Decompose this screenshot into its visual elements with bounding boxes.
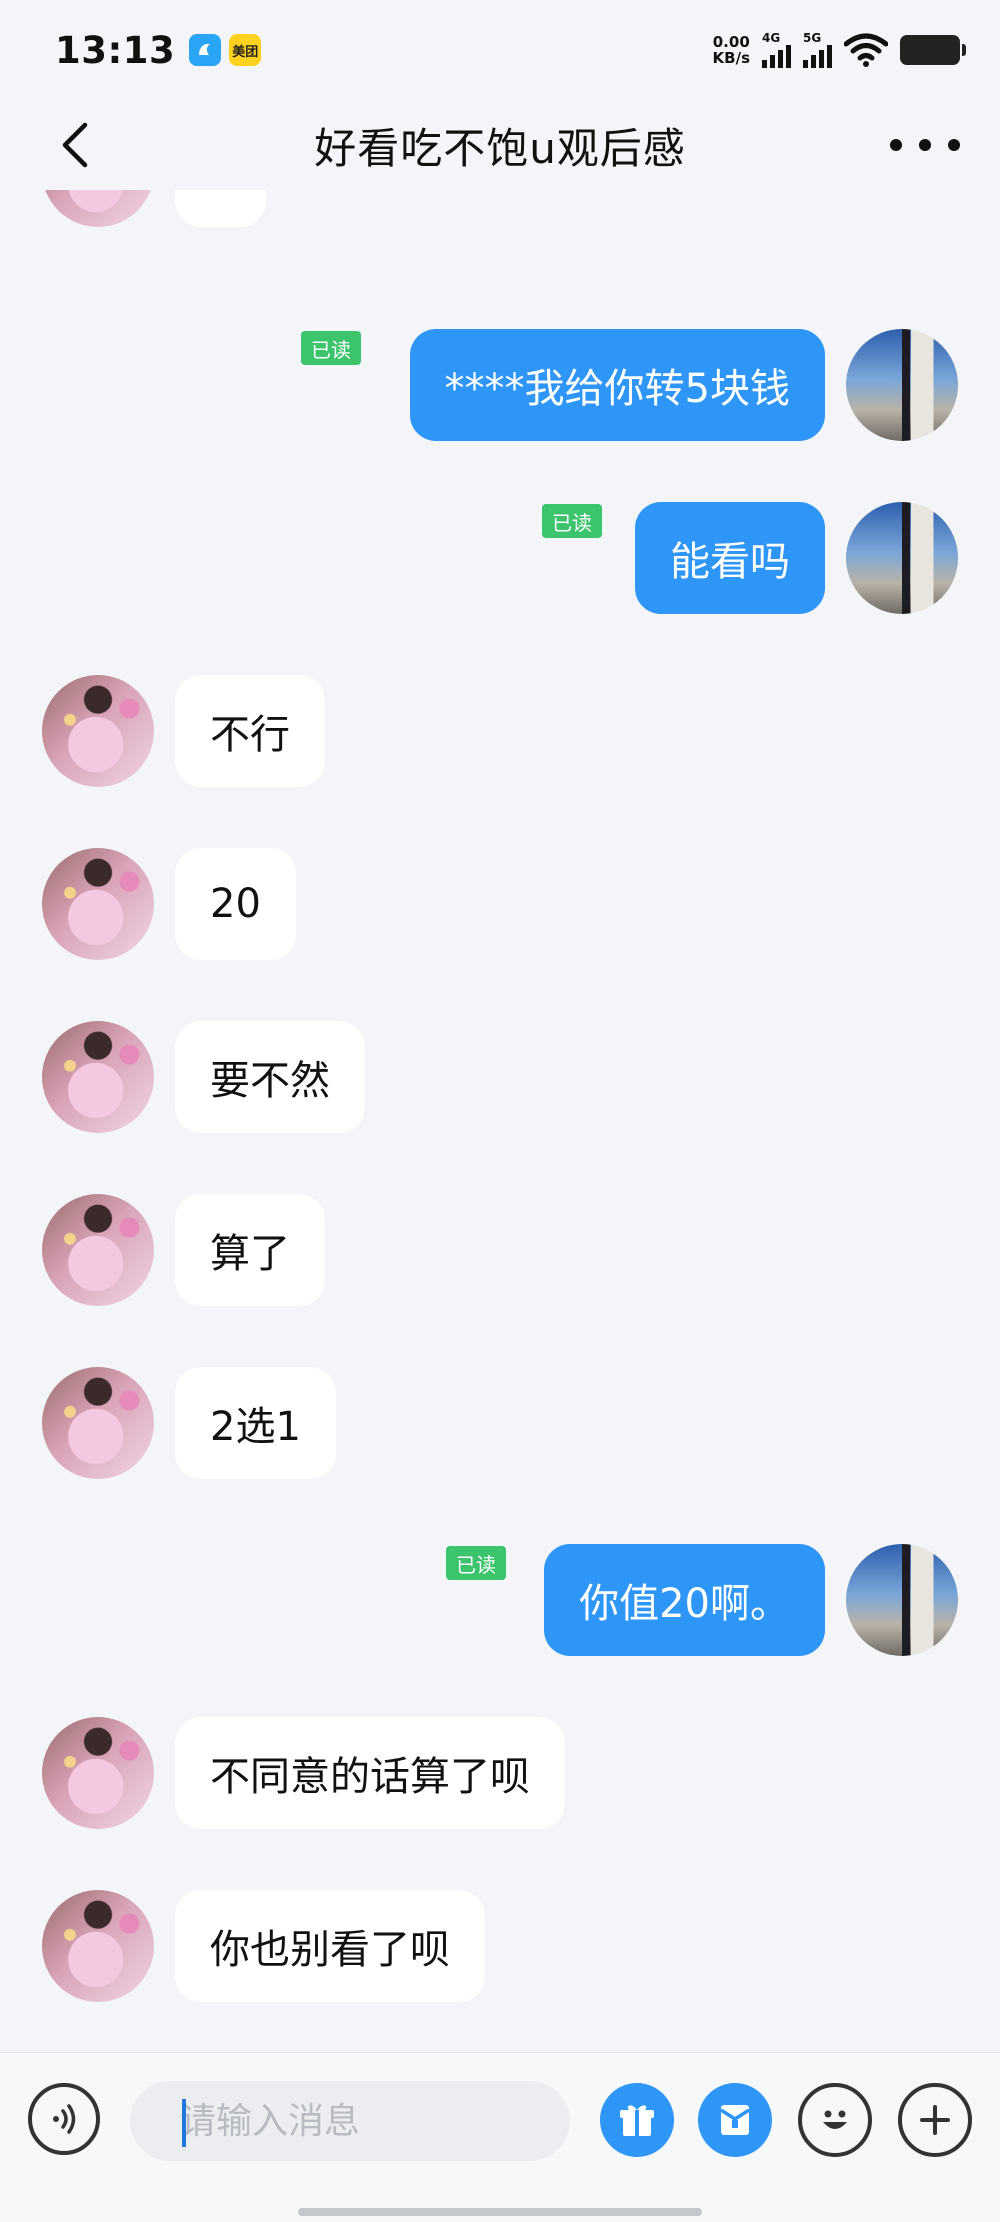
- signal-5g-label: 5G: [803, 31, 822, 45]
- read-badge: 已读: [301, 331, 361, 365]
- signal-4g-label: 4G: [762, 31, 781, 45]
- more-options-button[interactable]: [890, 122, 960, 168]
- meituan-badge-icon: 美团: [229, 34, 262, 66]
- message-row: 不同意的话算了呗: [0, 1717, 1000, 1829]
- red-packet-icon: [720, 2105, 750, 2135]
- message-bubble[interactable]: 能看吗: [635, 502, 825, 614]
- peer-avatar[interactable]: [42, 1021, 154, 1133]
- back-button[interactable]: [52, 122, 98, 168]
- self-avatar[interactable]: [846, 1544, 958, 1656]
- net-speed-value: 0.00: [712, 33, 750, 51]
- message-row: 已读 能看吗: [0, 502, 1000, 614]
- chat-header: 好看吃不饱u观后感: [0, 100, 1000, 190]
- peer-avatar[interactable]: [42, 1890, 154, 2002]
- message-row: 已读 ****我给你转5块钱: [0, 329, 1000, 441]
- peer-avatar[interactable]: [42, 1717, 154, 1829]
- app-notification-icon: [189, 34, 222, 66]
- voice-icon: [53, 2104, 76, 2134]
- gift-icon: [620, 2105, 654, 2136]
- message-bubble[interactable]: 算了: [175, 1194, 325, 1306]
- emoji-button[interactable]: [798, 2083, 872, 2157]
- message-row: 你也别看了呗: [0, 1890, 1000, 2002]
- message-bubble[interactable]: 你也别看了呗: [175, 1890, 485, 2002]
- peer-avatar[interactable]: [42, 848, 154, 960]
- status-time: 13:13: [55, 28, 176, 72]
- more-plus-button[interactable]: [898, 2083, 972, 2157]
- peer-avatar[interactable]: [42, 1367, 154, 1479]
- message-list[interactable]: ? 已读 ****我给你转5块钱 已读 能看吗 不行 20 要不然 算了 2选1…: [0, 190, 1000, 2052]
- home-indicator[interactable]: [298, 2208, 702, 2216]
- message-bubble[interactable]: ?: [175, 190, 267, 227]
- input-bar: [0, 2052, 1000, 2222]
- read-badge: 已读: [542, 504, 602, 538]
- emoji-icon: [823, 2110, 847, 2129]
- self-avatar[interactable]: [846, 502, 958, 614]
- more-dots-icon: [890, 139, 902, 151]
- message-bubble[interactable]: 不行: [175, 675, 325, 787]
- message-bubble[interactable]: 20: [175, 848, 296, 960]
- signal-4g-icon: 4G: [762, 32, 791, 68]
- voice-button[interactable]: [28, 2083, 100, 2155]
- message-input[interactable]: [130, 2081, 570, 2161]
- message-row: 已读 你值20啊。: [0, 1544, 1000, 1656]
- message-bubble[interactable]: 要不然: [175, 1021, 365, 1133]
- red-packet-button[interactable]: [698, 2083, 772, 2157]
- back-arrow-icon: [62, 122, 88, 168]
- wifi-icon: [844, 33, 888, 67]
- message-row: 20: [0, 848, 1000, 960]
- message-bubble[interactable]: 2选1: [175, 1367, 336, 1479]
- message-bubble[interactable]: ****我给你转5块钱: [409, 329, 825, 441]
- peer-avatar[interactable]: [42, 675, 154, 787]
- message-row: 要不然: [0, 1021, 1000, 1133]
- net-speed: 0.00 KB/s: [713, 34, 750, 66]
- status-bar: 13:13 美团 0.00 KB/s 4G 5G: [0, 0, 1000, 100]
- text-caret: [182, 2099, 186, 2147]
- plus-icon: [920, 2105, 950, 2135]
- peer-avatar[interactable]: [42, 190, 154, 227]
- signal-5g-icon: 5G: [803, 32, 832, 68]
- message-row: 算了: [0, 1194, 1000, 1306]
- read-badge: 已读: [446, 1546, 506, 1580]
- self-avatar[interactable]: [846, 329, 958, 441]
- gift-button[interactable]: [600, 2083, 674, 2157]
- message-row: 2选1: [0, 1367, 1000, 1479]
- battery-icon: [900, 35, 966, 65]
- message-row: 不行: [0, 675, 1000, 787]
- message-bubble[interactable]: 你值20啊。: [544, 1544, 825, 1656]
- message-row: ?: [0, 190, 1000, 227]
- peer-avatar[interactable]: [42, 1194, 154, 1306]
- chat-title: 好看吃不饱u观后感: [314, 123, 686, 173]
- net-speed-unit: KB/s: [712, 49, 750, 67]
- message-bubble[interactable]: 不同意的话算了呗: [175, 1717, 565, 1829]
